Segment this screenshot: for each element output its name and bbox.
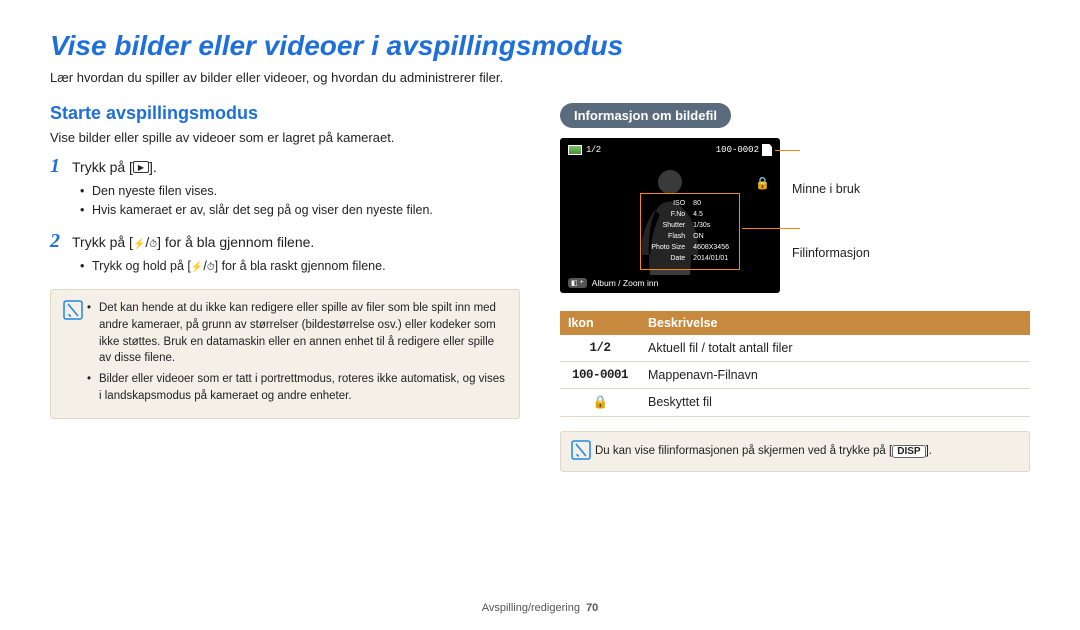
info-v: 2014/01/01 [690, 254, 732, 263]
desc-cell: Beskyttet fil [640, 389, 1030, 416]
icon-cell-lock: 🔒 [560, 389, 640, 416]
info-v: 1/30s [690, 221, 732, 230]
step-number: 1 [50, 155, 72, 178]
th-description: Beskrivelse [640, 311, 1030, 335]
annotation-memory: Minne i bruk [792, 182, 870, 196]
info-k: Photo Size [648, 243, 688, 252]
info-v: 80 [690, 199, 732, 208]
step2-before: Trykk på [ [72, 234, 133, 250]
s2b-after: ] for å bla raskt gjennom filene. [215, 259, 386, 273]
desc-cell: Mappenavn-Filnavn [640, 362, 1030, 388]
note-disp-after: ]. [926, 445, 932, 457]
step2-after: ] for å bla gjennom filene. [157, 234, 314, 250]
step-1-text: Trykk på [▶]. [72, 159, 157, 175]
zoom-pill-icon: ◧+ [568, 278, 587, 288]
disp-button-label: DISP [892, 445, 925, 458]
section-title: Starte avspillingsmodus [50, 103, 520, 124]
step1-after: ]. [149, 159, 157, 175]
thumbnail-icon [568, 145, 582, 155]
step-number: 2 [50, 230, 72, 253]
info-badge: Informasjon om bildefil [560, 103, 731, 128]
note-icon [63, 300, 87, 408]
info-v: 4.5 [690, 210, 732, 219]
bullet-item: Hvis kameraet er av, slår det seg på og … [80, 201, 520, 220]
info-k: Date [648, 254, 688, 263]
screen-top-bar: 1/2 100-0002 [568, 144, 772, 156]
footer-page: 70 [586, 602, 598, 614]
timer-icon [149, 234, 157, 250]
icon-description-table: Ikon Beskrivelse 1/2 Aktuell fil / total… [560, 311, 1030, 417]
info-v: 4608X3456 [690, 243, 732, 252]
step-2: 2 Trykk på [/] for å bla gjennom filene. [50, 230, 520, 253]
page-title: Vise bilder eller videoer i avspillingsm… [50, 30, 1030, 62]
annotation-fileinfo: Filinformasjon [792, 246, 870, 260]
section-subtitle: Vise bilder eller spille av videoer som … [50, 130, 520, 145]
table-row: 1/2 Aktuell fil / totalt antall filer [560, 335, 1030, 362]
table-row: 🔒 Beskyttet fil [560, 389, 1030, 417]
info-k: Flash [648, 232, 688, 241]
step-2-bullets: Trykk og hold på [/] for å bla raskt gje… [50, 257, 520, 276]
flash-icon [133, 234, 145, 250]
memory-card-icon [762, 144, 772, 156]
page-intro: Lær hvordan du spiller av bilder eller v… [50, 70, 1030, 85]
album-zoom-label: Album / Zoom inn [592, 278, 659, 288]
content-columns: Starte avspillingsmodus Vise bilder elle… [50, 103, 1030, 472]
note-box-disp: Du kan vise filinformasjonen på skjermen… [560, 431, 1030, 472]
note-list: Det kan hende at du ikke kan redigere el… [87, 300, 507, 408]
note-item: Det kan hende at du ikke kan redigere el… [87, 300, 507, 367]
camera-screen: 1/2 100-0002 🔒 ISO80 F.No4.5 Shutter1/30… [560, 138, 780, 293]
table-header: Ikon Beskrivelse [560, 311, 1030, 335]
info-k: Shutter [648, 221, 688, 230]
step-2-text: Trykk på [/] for å bla gjennom filene. [72, 234, 314, 250]
table-row: 100-0001 Mappenavn-Filnavn [560, 362, 1030, 389]
icon-cell-counter: 1/2 [560, 335, 640, 361]
s2b-before: Trykk og hold på [ [92, 259, 191, 273]
note-item: Bilder eller videoer som er tatt i portr… [87, 371, 507, 404]
th-icon: Ikon [560, 311, 640, 335]
note-icon [571, 440, 595, 463]
desc-cell: Aktuell fil / totalt antall filer [640, 335, 1030, 361]
page-footer: Avspilling/redigering 70 [0, 602, 1080, 614]
step-1-bullets: Den nyeste filen vises. Hvis kameraet er… [50, 182, 520, 220]
screen-bottom-bar: ◧+ Album / Zoom inn [568, 278, 658, 288]
note-disp-text: Du kan vise filinformasjonen på skjermen… [595, 445, 932, 458]
note-box: Det kan hende at du ikke kan redigere el… [50, 289, 520, 419]
icon-cell-folder: 100-0001 [560, 362, 640, 388]
bullet-item: Trykk og hold på [/] for å bla raskt gje… [80, 257, 520, 276]
info-k: F.No [648, 210, 688, 219]
footer-section: Avspilling/redigering [482, 602, 580, 614]
timer-icon [207, 259, 215, 273]
step-1: 1 Trykk på [▶]. [50, 155, 520, 178]
folder-file-number: 100-0002 [716, 145, 759, 155]
info-k: ISO [648, 199, 688, 208]
info-v: ON [690, 232, 732, 241]
lock-icon: 🔒 [755, 176, 770, 190]
file-counter: 1/2 [586, 145, 601, 155]
flash-icon [191, 259, 203, 273]
playback-icon: ▶ [133, 161, 149, 173]
bullet-item: Den nyeste filen vises. [80, 182, 520, 201]
right-column: Informasjon om bildefil 1/2 100-0002 🔒 [560, 103, 1030, 472]
file-info-overlay: ISO80 F.No4.5 Shutter1/30s FlashON Photo… [640, 193, 740, 270]
left-column: Starte avspillingsmodus Vise bilder elle… [50, 103, 520, 472]
step1-before: Trykk på [ [72, 159, 133, 175]
screen-with-annotations: 1/2 100-0002 🔒 ISO80 F.No4.5 Shutter1/30… [560, 138, 1030, 293]
note-disp-before: Du kan vise filinformasjonen på skjermen… [595, 445, 892, 457]
